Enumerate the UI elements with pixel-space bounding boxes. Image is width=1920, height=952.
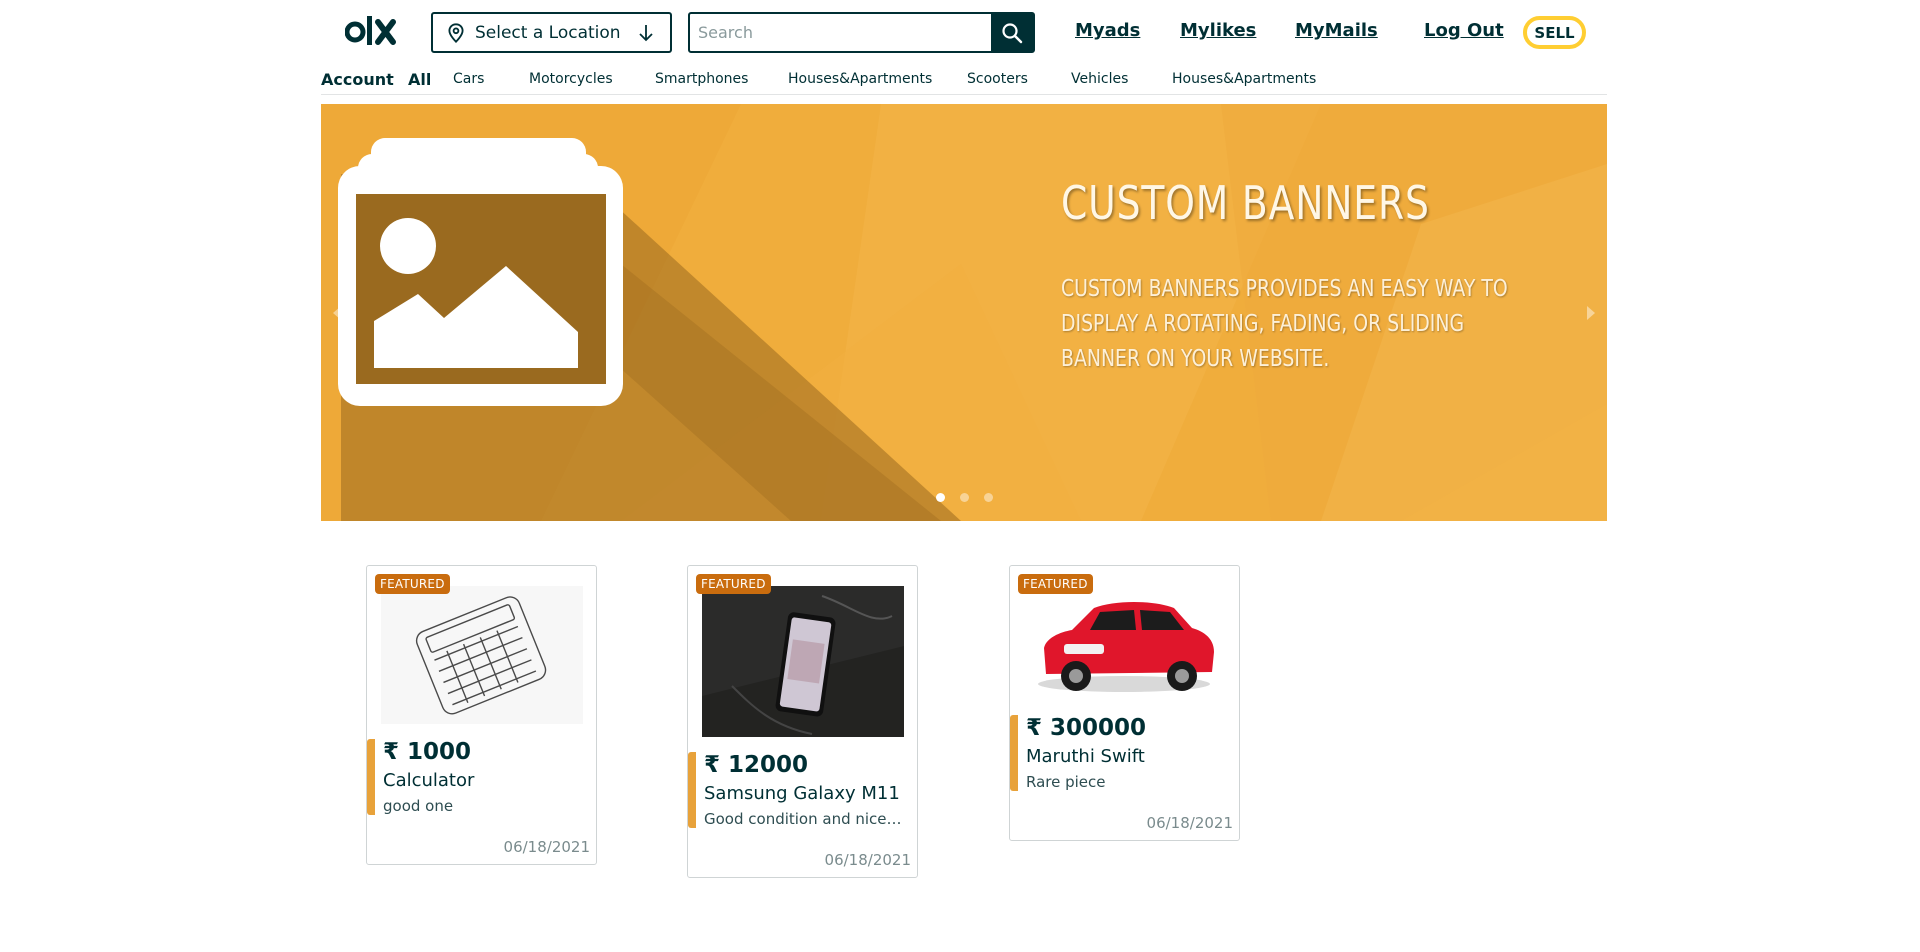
mylikes-link[interactable]: Mylikes xyxy=(1180,20,1256,41)
category-houses-apartments-2[interactable]: Houses&Apartments xyxy=(1172,71,1316,87)
olx-logo[interactable]: olx xyxy=(345,12,409,52)
listing-price: ₹ 1000 xyxy=(383,739,472,765)
category-houses-apartments[interactable]: Houses&Apartments xyxy=(788,71,932,87)
location-pin-icon xyxy=(448,22,464,43)
location-label: Select a Location xyxy=(475,22,621,43)
carousel-indicators xyxy=(936,493,993,502)
category-cars[interactable]: Cars xyxy=(453,71,484,87)
banner-title: CUSTOM BANNERS xyxy=(1061,176,1430,230)
listing-description: Good condition and nice phone xyxy=(704,810,904,828)
listing-info: ₹ 1000 Calculator good one xyxy=(367,739,596,815)
arrow-down-icon[interactable] xyxy=(636,23,656,43)
carousel-dot[interactable] xyxy=(936,493,945,502)
banner-text: Custom Banners provides an easy way to d… xyxy=(1061,276,1508,372)
featured-badge: FEATURED xyxy=(1018,574,1093,594)
search-input[interactable] xyxy=(690,14,991,51)
header: olx Select a Location Myads Mylikes MyMa… xyxy=(0,0,1920,66)
red-car-image xyxy=(1024,586,1226,700)
listing-card[interactable]: FEATURED ₹ 300000 Maruthi Swift Rare pie… xyxy=(1009,565,1240,841)
carousel-dot[interactable] xyxy=(960,493,969,502)
category-vehicles[interactable]: Vehicles xyxy=(1071,71,1128,87)
listing-info: ₹ 12000 Samsung Galaxy M11 Good conditio… xyxy=(688,752,917,828)
listing-description: good one xyxy=(383,797,454,815)
listing-card[interactable]: FEATURED ₹ 12000 Samsung Galaxy M11 Good… xyxy=(687,565,918,878)
category-smartphones[interactable]: Smartphones xyxy=(655,71,748,87)
chevron-right-icon[interactable] xyxy=(1583,303,1599,323)
location-selector[interactable]: Select a Location xyxy=(431,12,672,53)
sell-button[interactable]: SELL xyxy=(1523,16,1586,49)
banner-carousel[interactable]: CUSTOM BANNERS Custom Banners provides a… xyxy=(321,104,1607,521)
mymails-link[interactable]: MyMails xyxy=(1295,20,1378,41)
account-link[interactable]: Account xyxy=(321,70,394,89)
search-button[interactable] xyxy=(991,14,1033,51)
listing-date: 06/18/2021 xyxy=(824,851,911,869)
listing-title: Samsung Galaxy M11 xyxy=(704,783,900,804)
image-gallery-icon xyxy=(338,138,623,406)
calculator-image xyxy=(381,586,583,724)
category-bar: Account All Cars Motorcycles Smartphones… xyxy=(321,66,1607,95)
featured-badge: FEATURED xyxy=(375,574,450,594)
smartphone-image xyxy=(702,586,904,737)
search-icon xyxy=(1002,22,1023,43)
listing-card[interactable]: FEATURED ₹ 1000 Calculator good one 06/1… xyxy=(366,565,597,865)
listing-title: Maruthi Swift xyxy=(1026,746,1145,767)
chevron-left-icon[interactable] xyxy=(329,303,345,323)
logout-link[interactable]: Log Out xyxy=(1424,20,1504,41)
listing-date: 06/18/2021 xyxy=(503,838,590,856)
listing-date: 06/18/2021 xyxy=(1146,814,1233,832)
search-bar xyxy=(688,12,1035,53)
all-categories-link[interactable]: All xyxy=(408,70,431,89)
myads-link[interactable]: Myads xyxy=(1075,20,1140,41)
featured-badge: FEATURED xyxy=(696,574,771,594)
listing-title: Calculator xyxy=(383,770,475,791)
category-motorcycles[interactable]: Motorcycles xyxy=(529,71,613,87)
category-scooters[interactable]: Scooters xyxy=(967,71,1028,87)
listing-info: ₹ 300000 Maruthi Swift Rare piece xyxy=(1010,715,1239,791)
listing-price: ₹ 12000 xyxy=(704,752,809,778)
carousel-dot[interactable] xyxy=(984,493,993,502)
listing-price: ₹ 300000 xyxy=(1026,715,1147,741)
listing-description: Rare piece xyxy=(1026,773,1106,791)
